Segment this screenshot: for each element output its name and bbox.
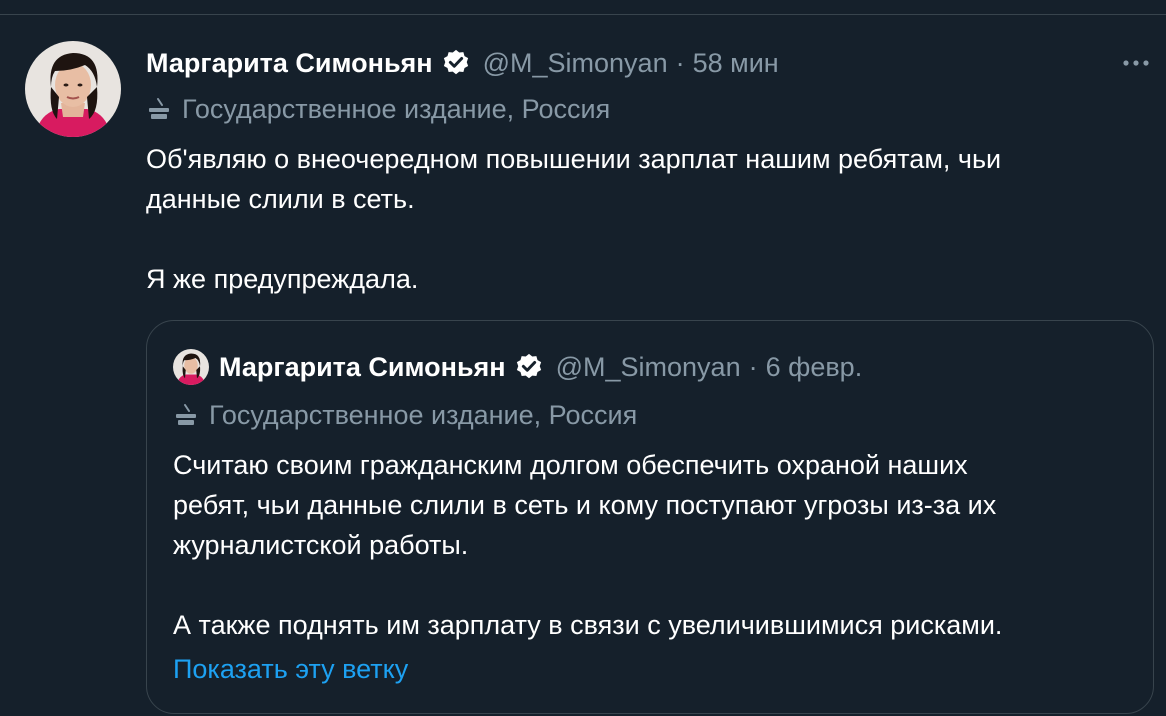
quoted-text-line: журналистской работы.	[173, 530, 469, 560]
separator-dot: ·	[748, 351, 758, 382]
tweet-text-line: Об'являю о внеочередном повышении зарпла…	[146, 144, 1002, 174]
quoted-text-line: Считаю своим гражданским долгом обеспечи…	[173, 450, 968, 480]
quoted-author-avatar	[173, 349, 209, 385]
verified-badge-icon	[514, 352, 544, 382]
author-avatar[interactable]	[25, 41, 121, 137]
state-media-text: Государственное издание, Россия	[182, 93, 611, 124]
separator-dot: ·	[675, 47, 685, 78]
quoted-author-name: Маргарита Симоньян	[219, 351, 506, 382]
quoted-tweet-header: Маргарита Симоньян @M_Simonyan · 6 февр.	[173, 347, 862, 387]
state-media-text: Государственное издание, Россия	[209, 399, 638, 430]
quoted-tweet[interactable]: Маргарита Симоньян @M_Simonyan · 6 февр.…	[146, 320, 1154, 714]
state-media-label[interactable]: Государственное издание, Россия	[146, 91, 610, 127]
tweet-text: Об'являю о внеочередном повышении зарпла…	[146, 139, 1146, 299]
more-options-icon[interactable]	[1120, 51, 1152, 75]
tweet-header: Маргарита Симоньян @M_Simonyan · 58 мин	[146, 43, 1146, 83]
quoted-text-line: А также поднять им зарплату в связи с ув…	[173, 610, 1003, 640]
quoted-tweet-text: Считаю своим гражданским долгом обеспечи…	[173, 445, 1133, 689]
quoted-tweet-timestamp: 6 февр.	[765, 351, 863, 382]
quoted-text-line: ребят, чьи данные слили в сеть и кому по…	[173, 490, 997, 520]
author-name[interactable]: Маргарита Симоньян	[146, 48, 433, 79]
show-thread-link[interactable]: Показать эту ветку	[173, 649, 1133, 689]
quoted-state-media-label: Государственное издание, Россия	[173, 397, 637, 433]
tweet-text-line: Я же предупреждала.	[146, 264, 419, 294]
tweet-timestamp[interactable]: 58 мин	[693, 48, 779, 79]
tweet-text-line: данные слили в сеть.	[146, 184, 415, 214]
tweet[interactable]: Маргарита Симоньян @M_Simonyan · 58 мин …	[0, 15, 1166, 716]
state-media-icon	[146, 97, 172, 121]
author-handle[interactable]: @M_Simonyan	[483, 48, 668, 79]
quoted-author-handle: @M_Simonyan	[555, 351, 741, 382]
state-media-icon	[173, 403, 199, 427]
verified-badge-icon	[441, 48, 471, 78]
